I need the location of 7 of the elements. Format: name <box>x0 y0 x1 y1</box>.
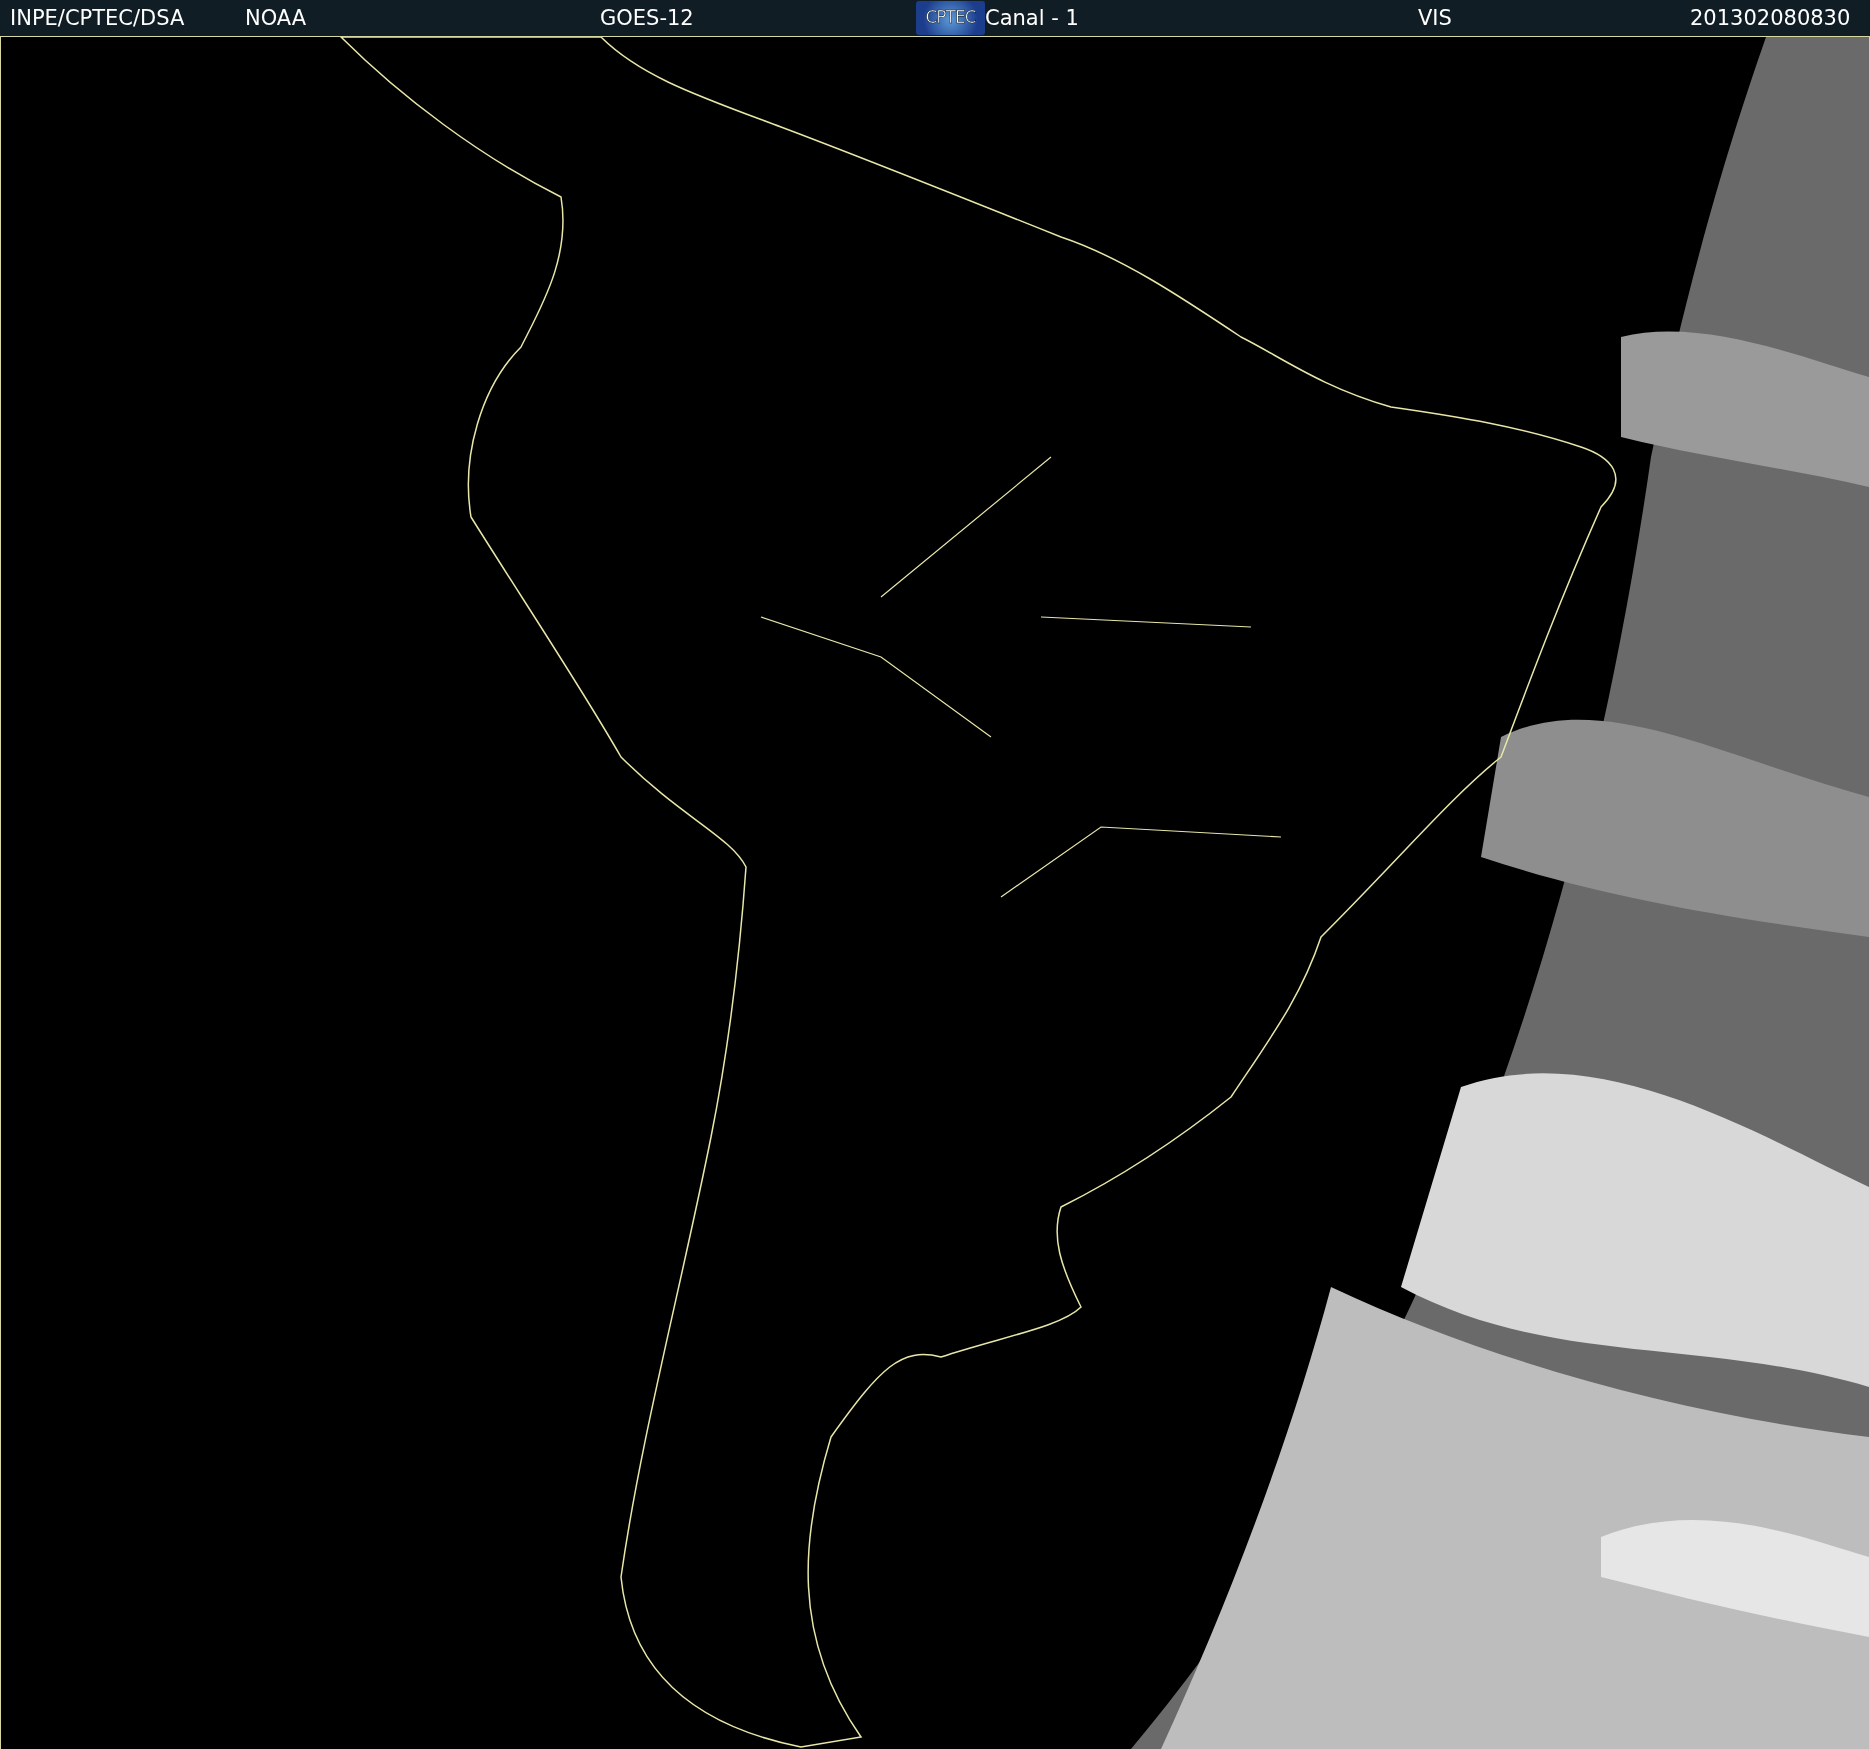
header-label: VIS <box>1417 7 1453 29</box>
logo: CPTEC <box>916 1 985 35</box>
header-label: INPE/CPTEC/DSA <box>10 7 186 29</box>
header-label: GOES-12 <box>600 7 695 29</box>
header-label: NOAA <box>245 7 308 29</box>
header-label: 201302080830 <box>1690 7 1852 29</box>
header-label: Canal - 1 <box>985 7 1080 29</box>
